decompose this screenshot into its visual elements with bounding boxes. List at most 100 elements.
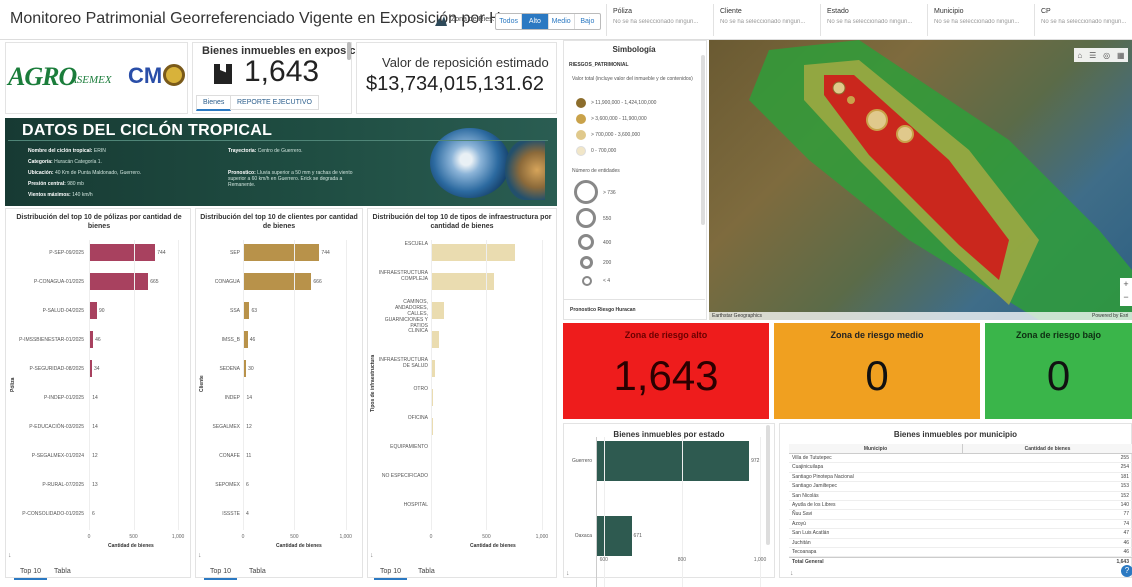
cm-logo: CM	[128, 63, 163, 88]
filter-cp[interactable]: CP No se ha seleccionado ningun...	[1034, 4, 1132, 36]
legend-class-label: > 11,900,000 - 1,424,100,000	[591, 100, 657, 106]
bar-value-label: 14	[246, 394, 252, 401]
filter-estado[interactable]: Estado No se ha seleccionado ningun...	[820, 4, 926, 36]
list-icon[interactable]: ☰	[1089, 51, 1096, 60]
map-attribution: Earthstar Geographics	[712, 313, 763, 319]
municipio-table: Municipio Cantidad de bienes Villa de Tu…	[789, 444, 1132, 566]
table-row[interactable]: Villa de Tututepec 255	[789, 454, 1132, 464]
gridline	[243, 240, 244, 530]
home-icon[interactable]: ⌂	[1077, 51, 1082, 60]
filter-value[interactable]: No se ha seleccionado ningun...	[613, 19, 706, 25]
municipio-cell: Juchitán	[792, 539, 811, 546]
tab-bienes[interactable]: Bienes	[196, 95, 232, 111]
x-tick-label: 600	[599, 557, 608, 563]
gridline	[486, 240, 488, 530]
category-label: Oaxaca	[574, 533, 592, 539]
legend-footer: Pronostico Riesgo Huracan	[570, 307, 636, 313]
legend-size-ring	[582, 276, 592, 286]
filter-label: Estado	[827, 8, 849, 15]
cantidad-cell: 140	[1120, 501, 1129, 508]
gridline	[178, 240, 180, 530]
tab-reporte-ejecutivo[interactable]: REPORTE EJECUTIVO	[230, 95, 319, 110]
info-icon[interactable]: ↓	[790, 570, 794, 577]
filter-label: Póliza	[613, 8, 633, 15]
scrollbar[interactable]	[701, 55, 705, 225]
legend-title: Simbología	[612, 45, 656, 54]
filter-value[interactable]: No se ha seleccionado ningun...	[1041, 19, 1126, 25]
bar	[243, 244, 320, 261]
category-label: OTRO	[413, 385, 428, 392]
filter-value[interactable]: No se ha seleccionado ningun...	[827, 19, 920, 25]
table-body: Villa de Tututepec 255 Cuajinicuilapa 254 Sa…	[789, 454, 1132, 558]
legend-size-label: > 736	[603, 190, 616, 196]
bar	[431, 302, 445, 319]
attribution-bar	[709, 312, 1132, 320]
bar-value-label: 30	[248, 365, 254, 372]
column-header[interactable]: Municipio	[789, 444, 962, 453]
legend-size-label: 400	[603, 240, 612, 246]
zone-option-todos[interactable]: Todos	[496, 14, 523, 29]
zone-segmented-control[interactable]: Todos Alto Medio Bajo	[495, 13, 601, 30]
table-row[interactable]: Santiago Jamiltepec 153	[789, 482, 1132, 492]
bar-value-label: 4	[246, 510, 249, 517]
category-label: IMSS_B	[221, 336, 240, 343]
table-row[interactable]: Santiago Pinotepa Nacional 181	[789, 473, 1132, 483]
zone-medio-value: 0	[865, 352, 889, 399]
earth-image	[430, 128, 510, 198]
table-row[interactable]: Juchitán 46	[789, 539, 1132, 548]
filter-municipio[interactable]: Municipio No se ha seleccionado ningun...	[927, 4, 1033, 36]
info-icon[interactable]: ↓	[370, 552, 374, 559]
chart-clientes-ylabel: Cliente	[199, 375, 205, 392]
legend-size-label: < 4	[603, 278, 611, 284]
layers-icon[interactable]: ◎	[1103, 51, 1110, 60]
map-view[interactable]	[709, 40, 1132, 320]
table-row[interactable]: Azoyú 74	[789, 520, 1132, 530]
gridline	[89, 240, 90, 530]
scrollbar[interactable]	[347, 42, 351, 60]
table-row[interactable]: Ñuu Savi 77	[789, 510, 1132, 520]
info-icon[interactable]: ↓	[566, 570, 570, 577]
filter-cliente[interactable]: Cliente No se ha seleccionado ningun...	[713, 4, 819, 36]
gridline	[681, 437, 683, 587]
map-toolbar[interactable]: ⌂ ☰ ◎ ▦	[1074, 48, 1128, 62]
legend-layer-name: RIESGOS_PATRIMONIAL	[569, 62, 629, 68]
zone-option-medio[interactable]: Medio	[549, 14, 575, 29]
municipio-cell: Azoyú	[792, 520, 806, 527]
zoom-out-button[interactable]: −	[1120, 291, 1132, 304]
tab-tabla[interactable]: Tabla	[243, 565, 272, 578]
info-icon[interactable]: ↓	[198, 552, 202, 559]
column-header[interactable]: Cantidad de bienes	[962, 444, 1132, 453]
bar-value-label: 12	[246, 423, 252, 430]
info-icon[interactable]: ↓	[8, 552, 12, 559]
cantidad-cell: 254	[1120, 464, 1129, 471]
cantidad-cell: 74	[1123, 520, 1129, 527]
table-row[interactable]: Tecoanapa 46	[789, 548, 1132, 558]
zone-option-alto[interactable]: Alto	[522, 14, 549, 29]
gridline	[603, 437, 605, 587]
grid-icon[interactable]: ▦	[1117, 51, 1125, 60]
legend-size-ring	[578, 234, 594, 250]
table-row[interactable]: San Luis Acatlán 47	[789, 529, 1132, 539]
cantidad-cell: 181	[1120, 473, 1129, 480]
legend-swatch	[576, 146, 586, 156]
bar-value-label: 90	[99, 307, 105, 314]
municipio-cell: Cuajinicuilapa	[792, 464, 824, 471]
cyclone-info-item: Presión central: 980 mb	[28, 181, 84, 187]
bar-value-label: 12	[92, 452, 98, 459]
legend-class-label: > 3,600,000 - 11,900,000	[591, 116, 647, 122]
zone-option-bajo[interactable]: Bajo	[575, 14, 600, 29]
table-row[interactable]: San Nicolás 152	[789, 492, 1132, 501]
table-row[interactable]: Cuajinicuilapa 254	[789, 463, 1132, 473]
tab-tabla[interactable]: Tabla	[412, 565, 441, 578]
filter-value[interactable]: No se ha seleccionado ningun...	[934, 19, 1027, 25]
cyclone-info-item: Vientos máximos: 140 km/h	[28, 192, 93, 198]
zoom-in-button[interactable]: +	[1120, 278, 1132, 291]
help-icon[interactable]: ?	[1121, 565, 1132, 577]
zoom-control[interactable]: + −	[1120, 278, 1132, 306]
scrollbar[interactable]	[766, 425, 770, 545]
tab-tabla[interactable]: Tabla	[48, 565, 77, 578]
table-row[interactable]: Ayutla de los Libres 140	[789, 501, 1132, 511]
legend-size-ring	[576, 208, 596, 228]
filter-value[interactable]: No se ha seleccionado ningun...	[720, 19, 813, 25]
filter-poliza[interactable]: Póliza No se ha seleccionado ningun...	[606, 4, 712, 36]
